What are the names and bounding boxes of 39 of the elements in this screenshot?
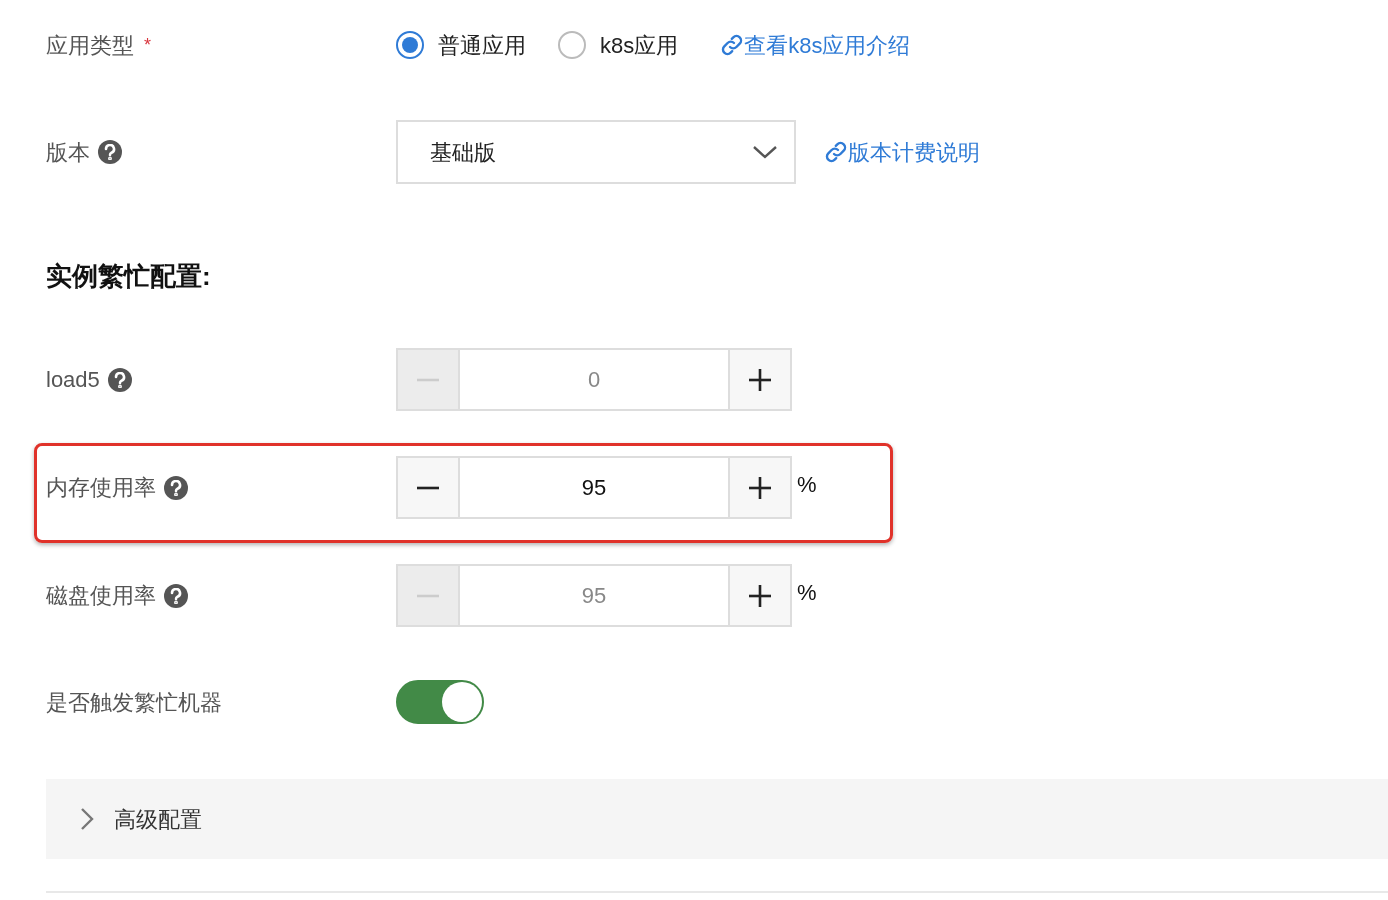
increment-button[interactable] bbox=[728, 566, 790, 625]
unit-label: % bbox=[797, 471, 817, 499]
toggle-switch[interactable] bbox=[396, 680, 484, 724]
version-select[interactable]: 基础版 bbox=[396, 120, 796, 184]
plus-icon bbox=[749, 584, 771, 607]
link-icon bbox=[824, 140, 848, 164]
field-label: 是否触发繁忙机器 bbox=[46, 688, 222, 717]
number-stepper[interactable]: 95 bbox=[396, 456, 792, 519]
unit-label: % bbox=[797, 579, 817, 607]
help-icon[interactable] bbox=[98, 140, 122, 164]
help-link[interactable]: 查看k8s应用介绍 bbox=[720, 28, 911, 62]
minus-icon bbox=[417, 593, 439, 598]
link-icon bbox=[720, 33, 745, 57]
field-label: load5 bbox=[46, 366, 100, 394]
chevron-down-icon bbox=[752, 144, 778, 160]
help-link[interactable]: 版本计费说明 bbox=[824, 135, 980, 169]
radio-option[interactable]: k8s应用 bbox=[558, 28, 679, 62]
minus-icon bbox=[417, 485, 439, 490]
minus-icon bbox=[417, 377, 439, 382]
radio-option[interactable]: 普通应用 bbox=[396, 28, 526, 62]
collapse-panel[interactable]: 高级配置 bbox=[46, 779, 1388, 859]
help-icon[interactable] bbox=[164, 475, 188, 500]
field-label: 应用类型 bbox=[46, 31, 134, 60]
radio-button[interactable] bbox=[396, 31, 424, 59]
increment-button[interactable] bbox=[728, 350, 790, 409]
section-title: 实例繁忙配置: bbox=[46, 259, 211, 293]
required-mark: * bbox=[144, 33, 151, 57]
number-stepper[interactable]: 95 bbox=[396, 564, 792, 627]
radio-button[interactable] bbox=[558, 31, 586, 59]
chevron-right-icon bbox=[80, 807, 94, 831]
field-label: 磁盘使用率 bbox=[46, 582, 156, 610]
plus-icon bbox=[749, 368, 771, 391]
increment-button[interactable] bbox=[728, 458, 790, 517]
number-stepper[interactable]: 0 bbox=[396, 348, 792, 411]
help-icon[interactable] bbox=[107, 367, 132, 392]
field-label: 版本 bbox=[46, 138, 90, 167]
field-label: 内存使用率 bbox=[46, 474, 156, 502]
help-icon[interactable] bbox=[164, 583, 188, 608]
plus-icon bbox=[749, 476, 771, 499]
